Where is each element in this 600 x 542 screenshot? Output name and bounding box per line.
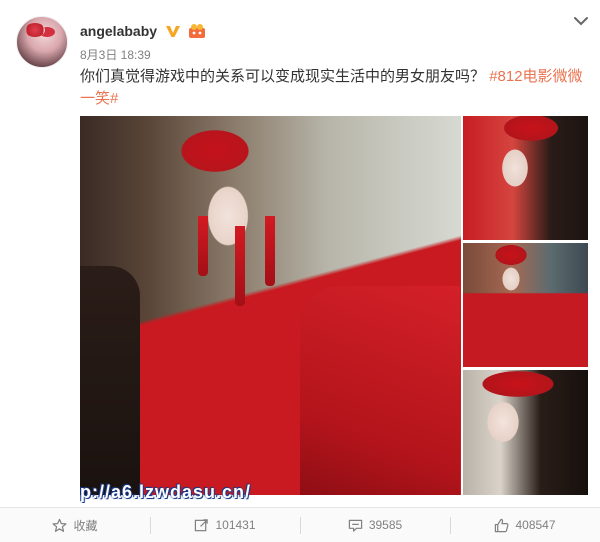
- post-text: 你们真觉得游戏中的关系可以变成现实生活中的男女朋友吗？ #812电影微微一笑#: [80, 66, 590, 110]
- repost-button[interactable]: 101431: [150, 508, 300, 542]
- thumbnail-photo-2[interactable]: [463, 243, 588, 367]
- tassel-ornament: [198, 216, 208, 276]
- comment-button[interactable]: 39585: [300, 508, 450, 542]
- username[interactable]: angelababy: [80, 23, 157, 39]
- thumbnail-photo-3[interactable]: [463, 370, 588, 495]
- repost-icon: [195, 518, 209, 531]
- favorite-button[interactable]: 收藏: [0, 508, 150, 542]
- url-watermark: p://a6.lzwdasu.cn/: [80, 482, 252, 502]
- tassel-ornament: [265, 216, 275, 286]
- comment-icon: [348, 519, 363, 532]
- comment-count: 39585: [368, 518, 403, 532]
- like-count: 408547: [515, 518, 556, 532]
- like-button[interactable]: 408547: [450, 508, 600, 542]
- thumbnail-photo-1[interactable]: [463, 116, 588, 240]
- emoji-badge-icon: [188, 23, 205, 38]
- post-body-text: 你们真觉得游戏中的关系可以变成现实生活中的男女朋友吗？: [80, 68, 486, 85]
- chevron-down-icon[interactable]: [572, 14, 590, 28]
- avatar[interactable]: [16, 16, 68, 68]
- repost-count: 101431: [215, 518, 256, 532]
- weibo-post-card: angelababy 8月3日 18:39 你们真觉得游戏中的关系可以变成现实生…: [0, 0, 600, 542]
- post-header: angelababy 8月3日 18:39: [80, 22, 206, 63]
- post-media-grid: [80, 116, 588, 495]
- thumbs-up-icon: [495, 518, 509, 532]
- star-icon: [53, 518, 67, 532]
- post-timestamp[interactable]: 8月3日 18:39: [80, 46, 206, 63]
- tassel-ornament: [235, 226, 245, 306]
- verified-v-icon: [166, 25, 181, 37]
- favorite-label: 收藏: [73, 518, 98, 533]
- action-bar: 收藏 101431 39585 408547: [0, 507, 600, 542]
- main-photo[interactable]: [80, 116, 461, 495]
